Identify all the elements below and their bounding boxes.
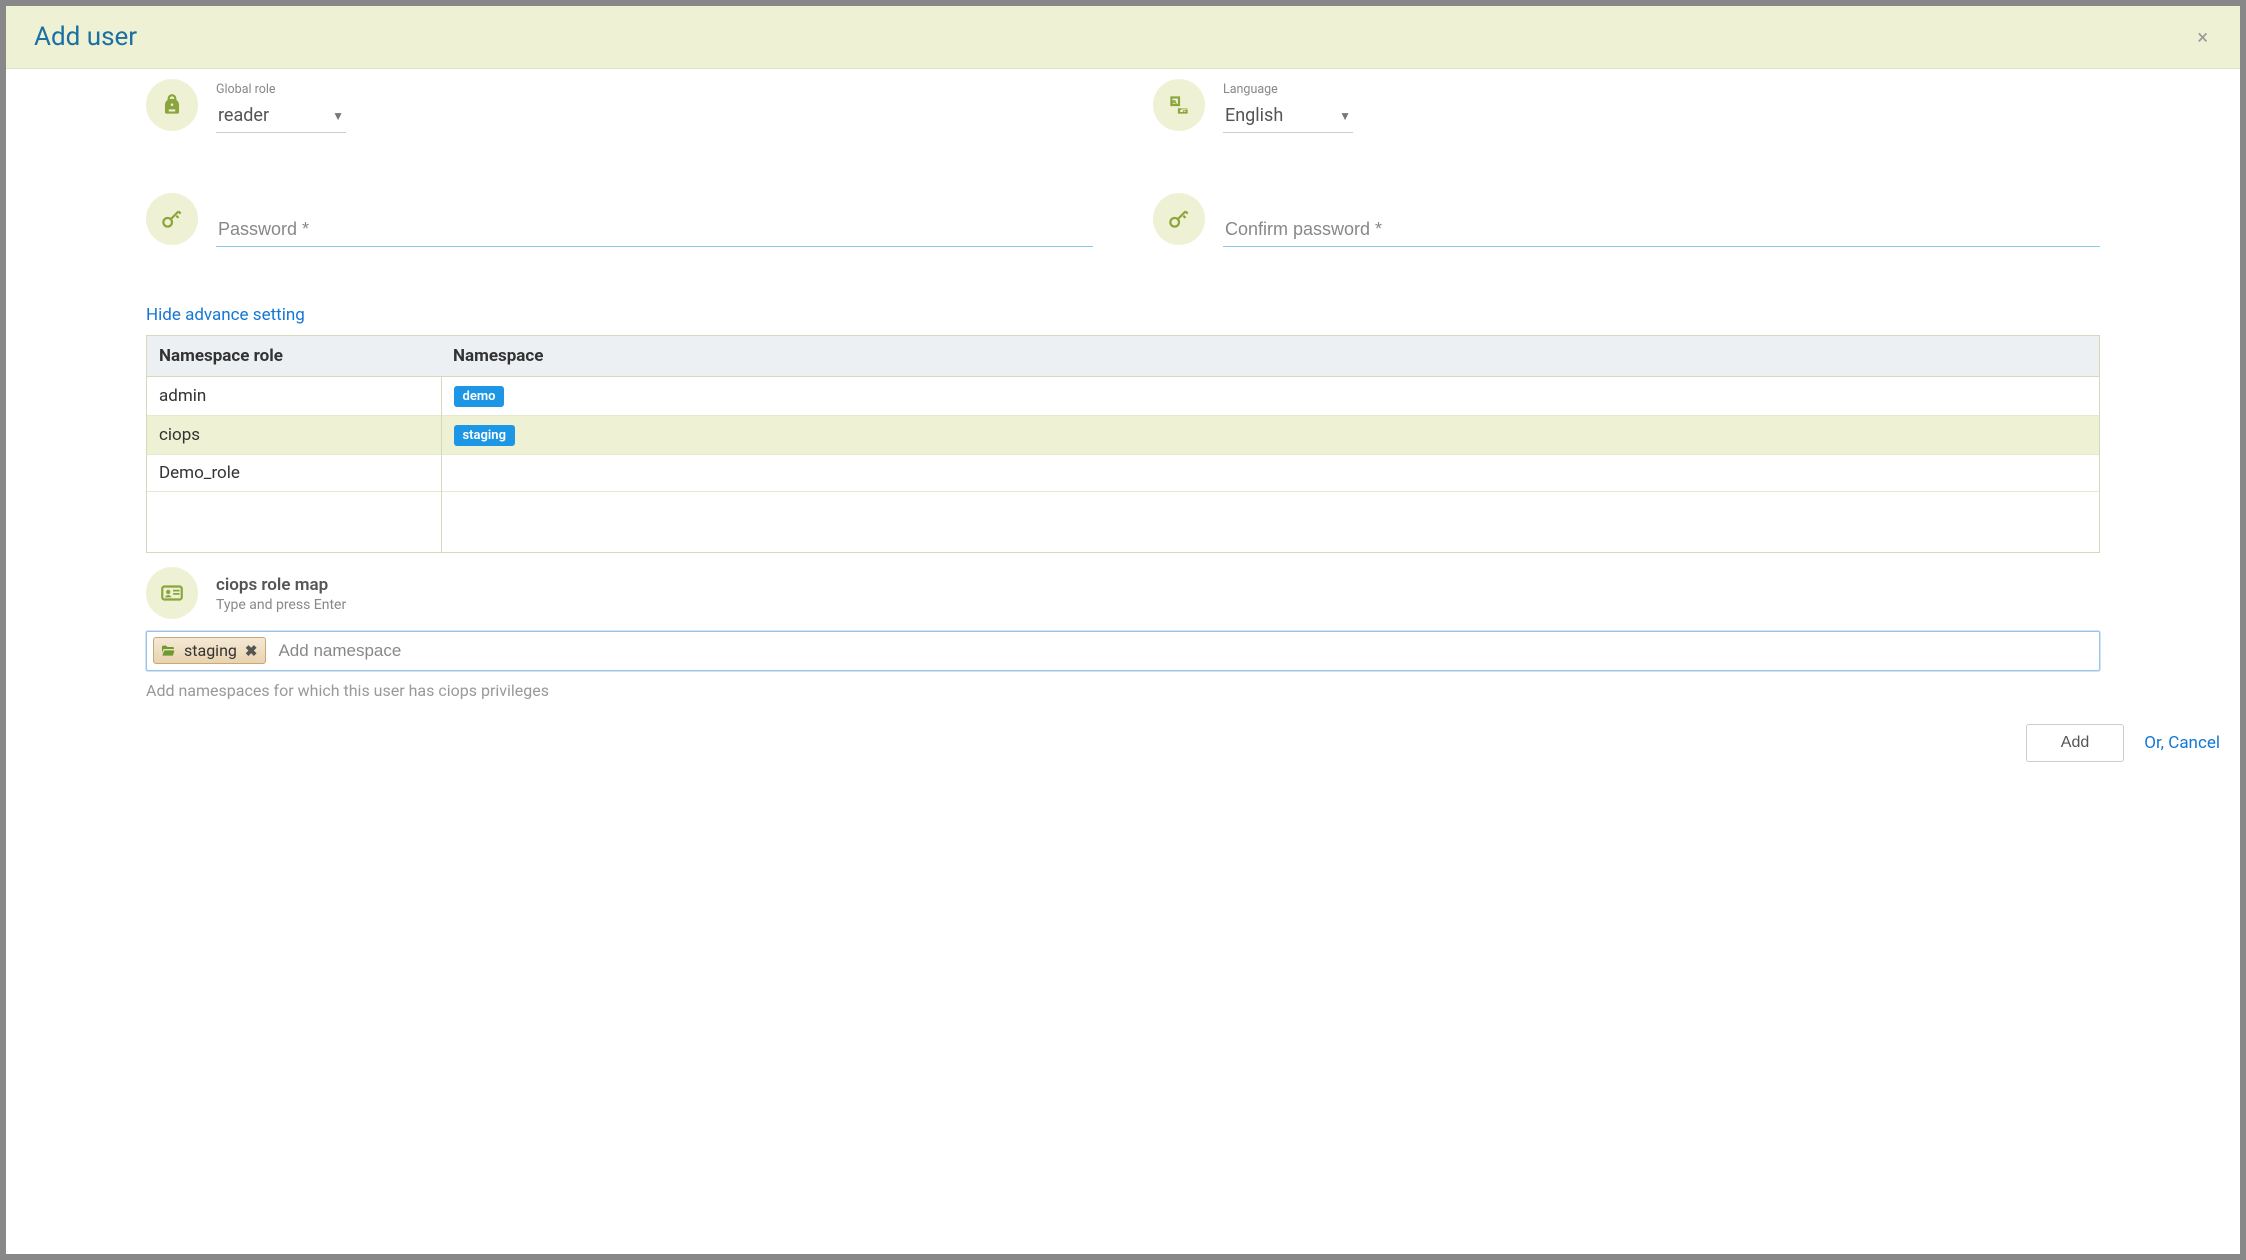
close-icon[interactable]: ×	[2193, 23, 2212, 51]
language-label: Language	[1223, 82, 1353, 97]
modal-header: Add user ×	[6, 6, 2240, 69]
table-row[interactable]: admin demo	[147, 377, 2099, 416]
modal-body: Global role reader ▼ Language E	[6, 69, 2240, 1254]
col-header-role[interactable]: Namespace role	[147, 336, 441, 377]
language-field: Language English ▼	[1153, 79, 2100, 133]
language-select[interactable]: English ▼	[1223, 99, 1353, 133]
folder-open-icon	[160, 643, 176, 659]
table-row-empty	[147, 492, 2099, 552]
language-value: English	[1225, 105, 1319, 126]
cell-namespace	[441, 455, 2099, 492]
language-icon	[1153, 79, 1205, 131]
namespace-tag[interactable]: staging ✖	[153, 637, 266, 664]
cell-role: ciops	[147, 416, 441, 455]
global-role-value: reader	[218, 105, 312, 126]
modal-footer: Add Or, Cancel	[6, 700, 2240, 770]
cell-role: admin	[147, 377, 441, 416]
key-icon	[1153, 193, 1205, 245]
namespace-tag-input[interactable]: staging ✖	[146, 631, 2100, 671]
global-role-select[interactable]: reader ▼	[216, 99, 346, 133]
or-text: Or,	[2144, 733, 2168, 753]
password-input[interactable]	[216, 213, 1093, 247]
global-role-label: Global role	[216, 82, 346, 97]
namespace-tag-label: staging	[184, 641, 237, 660]
global-role-field: Global role reader ▼	[146, 79, 1093, 133]
cell-namespace: demo	[441, 377, 2099, 416]
rolemap-header: ciops role map Type and press Enter	[146, 567, 2100, 621]
rolemap-title: ciops role map	[216, 575, 346, 595]
form-row-passwords	[6, 163, 2240, 277]
confirm-password-input[interactable]	[1223, 213, 2100, 247]
add-user-modal: Add user × Global role reader ▼	[6, 6, 2240, 1254]
table-row[interactable]: Demo_role	[147, 455, 2099, 492]
rolemap-helper-text: Add namespaces for which this user has c…	[146, 681, 2100, 700]
id-card-icon	[146, 567, 198, 619]
add-namespace-input[interactable]	[274, 637, 2093, 665]
modal-title: Add user	[34, 22, 137, 52]
chevron-down-icon: ▼	[1339, 109, 1351, 123]
form-row-role-language: Global role reader ▼ Language E	[6, 79, 2240, 163]
or-cancel: Or, Cancel	[2144, 733, 2220, 753]
rolemap-subtitle: Type and press Enter	[216, 597, 346, 613]
cancel-link[interactable]: Cancel	[2168, 733, 2220, 753]
hide-advance-setting-link[interactable]: Hide advance setting	[146, 305, 305, 325]
remove-tag-icon[interactable]: ✖	[245, 642, 258, 660]
namespace-role-table: Namespace role Namespace admin demo ciop…	[147, 336, 2099, 552]
add-button[interactable]: Add	[2026, 724, 2124, 762]
password-field-wrap	[146, 193, 1093, 247]
confirm-password-field-wrap	[1153, 193, 2100, 247]
cell-namespace: staging	[441, 416, 2099, 455]
namespace-badge: staging	[454, 425, 515, 446]
role-icon	[146, 79, 198, 131]
namespace-role-table-wrap: Namespace role Namespace admin demo ciop…	[146, 335, 2100, 553]
namespace-badge: demo	[454, 386, 505, 407]
chevron-down-icon: ▼	[332, 109, 344, 123]
table-row[interactable]: ciops staging	[147, 416, 2099, 455]
cell-role: Demo_role	[147, 455, 441, 492]
col-header-namespace[interactable]: Namespace	[441, 336, 2099, 377]
key-icon	[146, 193, 198, 245]
